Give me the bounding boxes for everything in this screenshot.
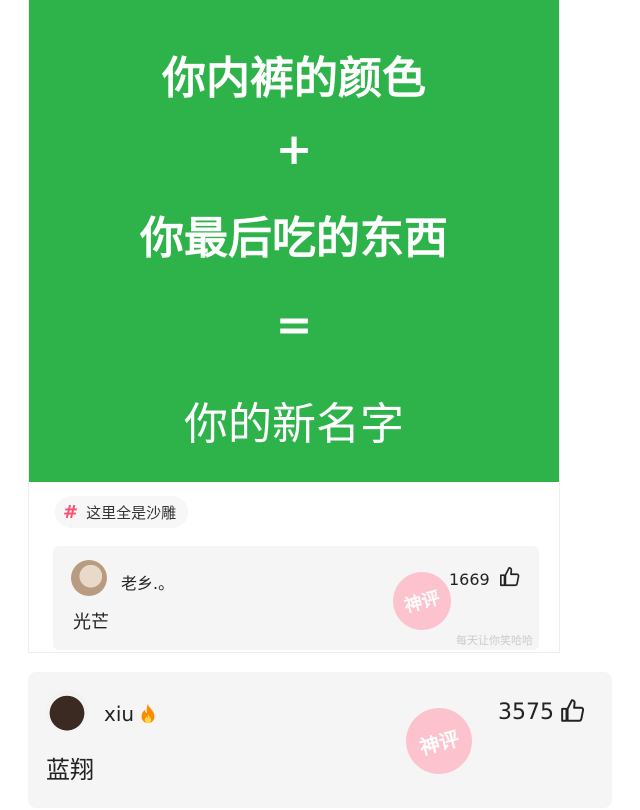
comment-username[interactable]: 老乡.。 xyxy=(121,570,174,594)
topic-tag-label: 这里全是沙雕 xyxy=(86,503,177,522)
watermark: 每天让你笑哈哈 xyxy=(456,634,533,647)
topic-tag[interactable]: # 这里全是沙雕 xyxy=(55,496,189,528)
top-comment: 老乡.。 1669 光芒 神评 每天让你笑哈哈 xyxy=(53,546,539,650)
image-line-2: 你最后吃的东西 xyxy=(140,213,448,264)
god-comment-stamp: 神评 xyxy=(398,700,480,782)
thumb-up-icon[interactable] xyxy=(560,698,586,724)
hash-icon: # xyxy=(63,501,79,523)
second-comment: xiu 3575 蓝翔 神评 xyxy=(28,672,612,808)
thumb-up-icon[interactable] xyxy=(499,566,521,588)
comment-text: 蓝翔 xyxy=(46,756,94,784)
post-image: 你内裤的颜色 + 你最后吃的东西 = 你的新名字 xyxy=(29,0,559,482)
avatar[interactable] xyxy=(46,690,88,732)
comment-username-text: xiu xyxy=(104,702,135,726)
avatar[interactable] xyxy=(71,560,107,596)
like-count: 1669 xyxy=(449,570,490,589)
image-line-3: 你的新名字 xyxy=(184,399,404,450)
god-comment-stamp: 神评 xyxy=(386,565,458,637)
image-line-plus: + xyxy=(275,124,313,175)
image-line-equals: = xyxy=(275,300,313,351)
comment-username[interactable]: xiu xyxy=(104,702,158,726)
post-card: 你内裤的颜色 + 你最后吃的东西 = 你的新名字 # 这里全是沙雕 老乡.。 1… xyxy=(28,0,560,653)
fire-icon xyxy=(141,703,155,724)
image-line-1: 你内裤的颜色 xyxy=(162,53,426,104)
comment-text: 光芒 xyxy=(73,612,109,633)
like-count: 3575 xyxy=(498,700,554,725)
